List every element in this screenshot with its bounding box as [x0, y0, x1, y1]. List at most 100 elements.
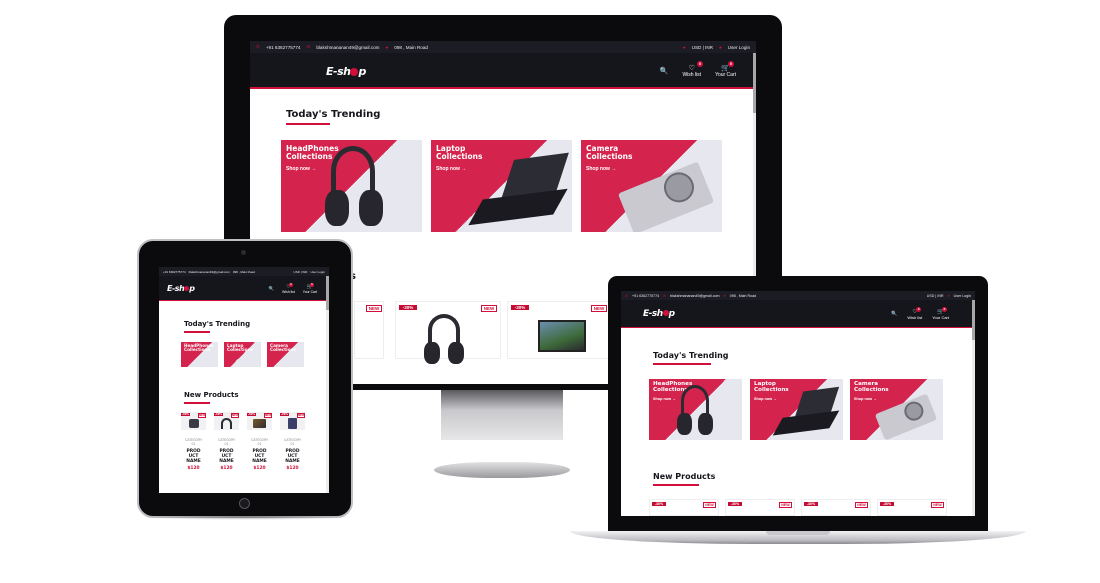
product-thumb	[221, 418, 232, 429]
top-bar: +91 6362775774 blakshmananan49@gmail.com…	[159, 267, 329, 276]
product-card[interactable]: -30% NEW	[395, 301, 501, 364]
camera-card[interactable]: Camera Collections	[267, 342, 304, 367]
tablet-scrollbar[interactable]	[326, 276, 329, 493]
product-category-number: 01	[191, 442, 196, 446]
user-login-link[interactable]: User Login	[954, 294, 971, 298]
new-tag: NEW	[855, 502, 868, 508]
headphones-card[interactable]: HeadPhones Collections Shop now →	[281, 140, 422, 232]
camera-card[interactable]: Camera Collections Shop now →	[850, 379, 943, 440]
laptop-scrollbar[interactable]	[972, 300, 975, 516]
wishlist-button[interactable]: ♡ 0 Wish list	[282, 282, 295, 294]
product-name-3: NAME	[252, 459, 267, 464]
product-card[interactable]: -30% NEW	[725, 499, 795, 516]
discount-tag: -30%	[804, 502, 818, 506]
user-login-link[interactable]: User Login	[310, 270, 325, 274]
wishlist-button[interactable]: ♡ 0 Wish list	[682, 61, 704, 78]
currency-selector[interactable]: USD | INR	[692, 45, 713, 50]
camera-image	[874, 393, 938, 440]
card-subtitle: Collections	[227, 347, 253, 353]
product-image: -30% NEW	[181, 412, 206, 430]
discount-tag: -30%	[728, 502, 742, 506]
address-text: 098 , Main Road	[394, 44, 428, 50]
wishlist-button[interactable]: ♡ 0 Wish list	[907, 306, 922, 320]
product-image: -30% NEW	[247, 412, 272, 430]
product-card[interactable]: -30% NEW	[877, 499, 947, 516]
discount-tag: -30%	[880, 502, 894, 506]
discount-tag: -30%	[399, 305, 417, 310]
tablet-screen: +91 6362775774 blakshmananan49@gmail.com…	[159, 267, 329, 493]
laptop-image	[772, 386, 840, 439]
phone-text: +91 6362775774	[265, 44, 301, 50]
card-subtitle: Collections	[586, 151, 633, 161]
cart-label: Your Cart	[302, 289, 317, 294]
trending-title: Today's Trending	[184, 320, 251, 328]
site-logo[interactable]: E-sh p	[643, 309, 675, 319]
product-name-3: NAME	[219, 459, 234, 464]
product-card[interactable]: -30% NEW CATEGORY 01 PROD UCT NAME $120	[247, 412, 272, 493]
discount-tag: -30%	[511, 305, 529, 310]
title-underline	[184, 331, 210, 333]
camera-card[interactable]: Camera Collections Shop now →	[581, 140, 722, 232]
top-bar: ✆ +91 6362775774 ✉ blakshmananan49@gmail…	[621, 291, 975, 300]
shop-now-link[interactable]: Shop now →	[436, 166, 466, 172]
currency-selector[interactable]: USD | INR	[294, 270, 308, 274]
map-pin-icon: ●	[723, 293, 726, 298]
phone-icon: ✆	[256, 44, 260, 49]
laptop-card[interactable]: Laptop Collections	[224, 342, 261, 367]
map-pin-icon: ●	[385, 44, 389, 50]
laptop-base	[570, 531, 1026, 544]
new-tag: NEW	[297, 413, 305, 418]
laptop-screen: ✆ +91 6362775774 ✉ blakshmananan49@gmail…	[621, 291, 975, 516]
product-card[interactable]: -30% NEW	[507, 301, 611, 359]
laptop-card[interactable]: Laptop Collections Shop now →	[750, 379, 843, 440]
new-tag: NEW	[931, 502, 944, 508]
logo-text-prefix: E-sh	[326, 64, 351, 78]
title-underline	[286, 123, 330, 125]
product-card[interactable]: -30% NEW	[649, 499, 719, 516]
trending-title: Today's Trending	[653, 351, 729, 360]
nav-bar: E-sh p 🔍 ♡ 0 Wish list 🛒 0 Your Cart	[159, 276, 329, 301]
new-tag: NEW	[264, 413, 272, 418]
product-category-number: 01	[257, 442, 262, 446]
user-login-link[interactable]: User Login	[728, 45, 750, 50]
wishlist-label: Wish list	[282, 289, 295, 294]
search-icon[interactable]: 🔍	[891, 311, 897, 317]
card-subtitle: Collections	[184, 347, 210, 353]
logo-text-prefix: E-sh	[167, 284, 185, 293]
cart-label: Your Cart	[932, 314, 949, 320]
shop-now-link[interactable]: Shop now →	[586, 166, 616, 172]
product-thumb	[253, 419, 266, 428]
tablet-home-button[interactable]	[239, 498, 250, 509]
headphones-image	[323, 146, 383, 230]
headphones-card[interactable]: HeadPhones Collections	[181, 342, 218, 367]
envelope-icon: ✉	[663, 293, 667, 298]
site-logo[interactable]: E-sh p	[326, 65, 366, 78]
shop-now-link[interactable]: Shop now →	[854, 397, 877, 401]
search-icon[interactable]: 🔍	[269, 286, 275, 292]
product-card[interactable]: -30% NEW CATEGORY 01 PROD UCT NAME $120	[181, 412, 206, 493]
product-category-number: 01	[290, 442, 295, 446]
product-thumb	[288, 418, 297, 429]
shop-now-link[interactable]: Shop now →	[286, 166, 316, 172]
currency-selector[interactable]: USD | INR	[927, 294, 944, 298]
product-price: $120	[220, 466, 233, 471]
product-card[interactable]: -30% NEW CATEGORY 01 PROD UCT NAME $120	[280, 412, 305, 493]
headphones-card[interactable]: HeadPhones Collections Shop now →	[649, 379, 742, 440]
laptop-card[interactable]: Laptop Collections Shop now →	[431, 140, 572, 232]
currency-icon: ●	[682, 44, 686, 50]
site-logo[interactable]: E-sh p	[167, 284, 195, 293]
email-text: blakshmananan49@gmail.com	[188, 269, 230, 274]
cart-button[interactable]: 🛒 0 Your Cart	[715, 61, 736, 78]
search-icon[interactable]: 🔍	[660, 67, 669, 75]
laptop-device: ✆ +91 6362775774 ✉ blakshmananan49@gmail…	[608, 276, 988, 531]
cart-button[interactable]: 🛒 0 Your Cart	[302, 282, 317, 294]
shop-now-link[interactable]: Shop now →	[653, 397, 676, 401]
tablet-product-grid: -30% NEW CATEGORY 01 PROD UCT NAME $120 …	[181, 412, 307, 493]
product-image: -30% NEW	[280, 412, 305, 430]
product-card[interactable]: NEW	[354, 301, 384, 359]
cart-button[interactable]: 🛒 0 Your Cart	[932, 306, 949, 320]
product-card[interactable]: -30% NEW	[801, 499, 871, 516]
cart-count-badge: 0	[942, 306, 947, 312]
product-card[interactable]: -30% NEW CATEGORY 01 PROD UCT NAME $120	[214, 412, 239, 493]
phone-text: +91 6362775774	[163, 269, 186, 274]
